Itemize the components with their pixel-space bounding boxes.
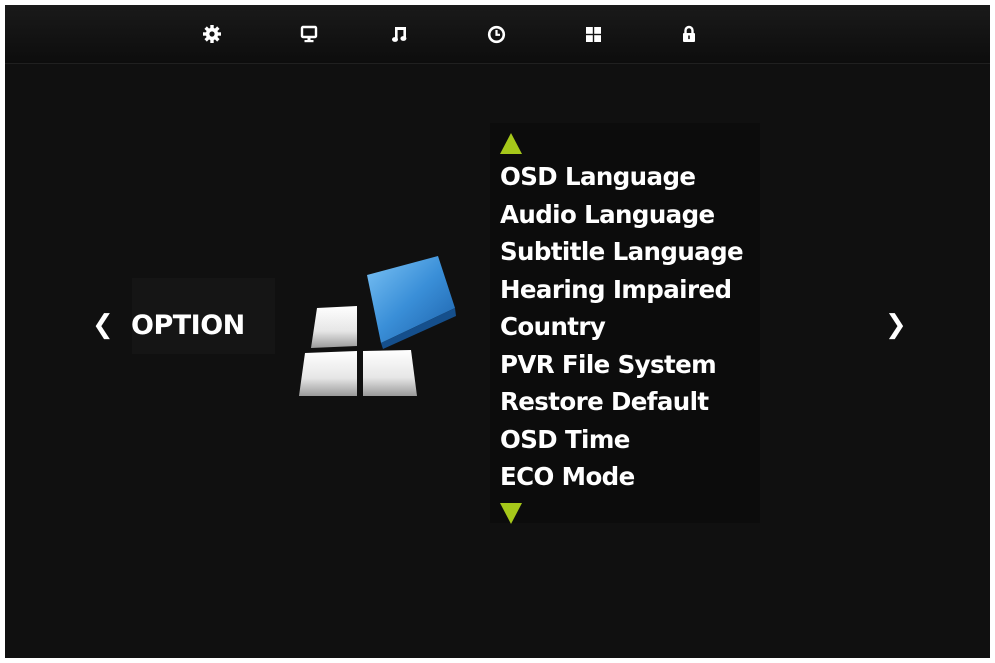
- chevron-right-icon[interactable]: ❯: [885, 312, 907, 338]
- option-category-icon: [295, 250, 460, 400]
- menu-item-eco-mode[interactable]: ECO Mode: [500, 458, 743, 496]
- music-note-icon[interactable]: [389, 23, 411, 45]
- top-menu-bar: [5, 5, 990, 64]
- scroll-up-arrow-icon[interactable]: [499, 131, 523, 155]
- menu-item-country[interactable]: Country: [500, 308, 743, 346]
- menu-item-osd-language[interactable]: OSD Language: [500, 158, 743, 196]
- lock-icon[interactable]: [678, 23, 700, 45]
- grid-icon[interactable]: [582, 23, 604, 45]
- menu-item-osd-time[interactable]: OSD Time: [500, 421, 743, 459]
- menu-item-audio-language[interactable]: Audio Language: [500, 196, 743, 234]
- menu-item-pvr-file-system[interactable]: PVR File System: [500, 346, 743, 384]
- category-title: OPTION: [131, 310, 245, 341]
- tv-osd-screen: ❮ OPTION ❯ OSD Language Audio Language S…: [5, 5, 990, 658]
- menu-item-subtitle-language[interactable]: Subtitle Language: [500, 233, 744, 271]
- menu-item-hearing-impaired[interactable]: Hearing Impaired: [500, 271, 743, 309]
- scroll-down-arrow-icon[interactable]: [499, 502, 523, 526]
- monitor-icon[interactable]: [298, 23, 320, 45]
- clock-icon[interactable]: [485, 23, 507, 45]
- menu-item-restore-default[interactable]: Restore Default: [500, 383, 743, 421]
- gear-icon[interactable]: [201, 23, 223, 45]
- chevron-left-icon[interactable]: ❮: [92, 312, 114, 338]
- option-menu-list: OSD Language Audio Language Subtitle Lan…: [500, 158, 744, 496]
